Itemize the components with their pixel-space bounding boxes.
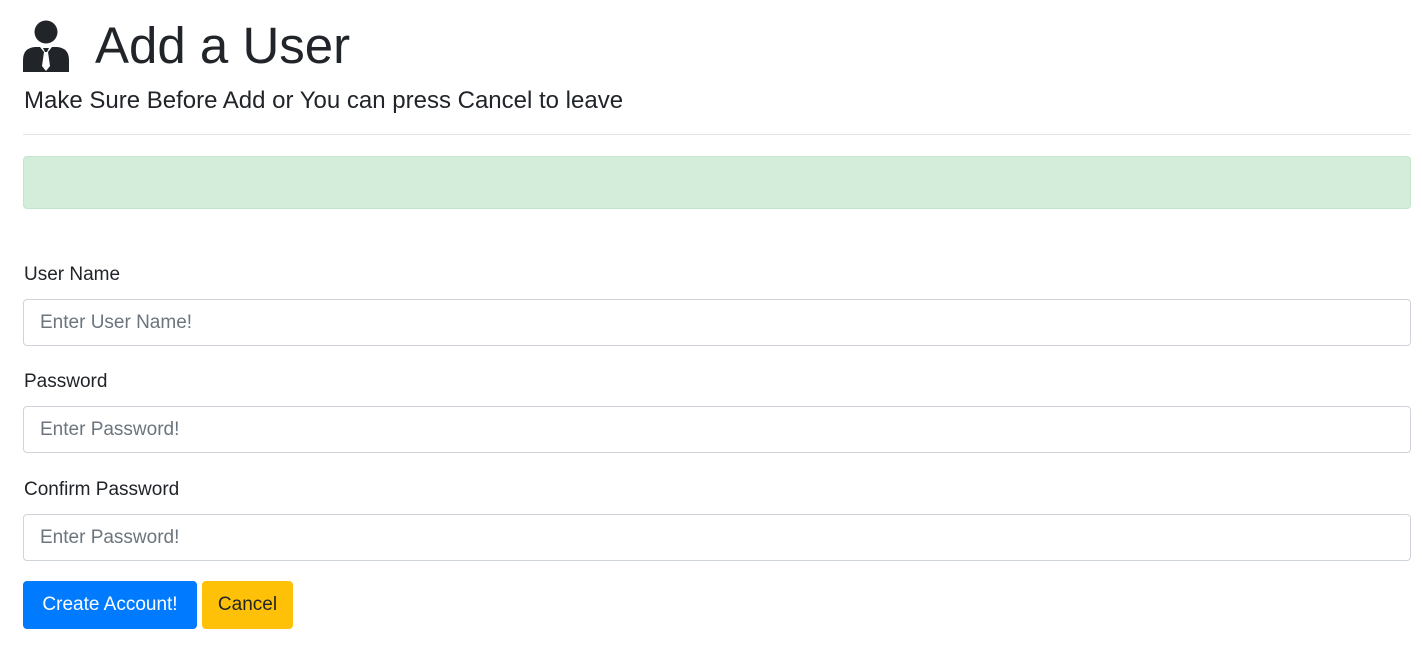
- username-label: User Name: [24, 264, 121, 285]
- username-input[interactable]: [23, 299, 1411, 346]
- password-label: Password: [24, 371, 108, 392]
- page-title: Add a User: [95, 17, 351, 74]
- page-subtitle: Make Sure Before Add or You can press Ca…: [24, 87, 624, 114]
- header-divider: [23, 134, 1411, 135]
- confirm-password-input[interactable]: [23, 514, 1411, 561]
- add-user-page: Add a User Make Sure Before Add or You c…: [0, 0, 1422, 663]
- user-tie-icon: [23, 20, 69, 72]
- cancel-button[interactable]: Cancel: [202, 581, 293, 629]
- create-account-button[interactable]: Create Account!: [23, 581, 197, 629]
- confirm-password-label: Confirm Password: [24, 479, 180, 500]
- success-alert: [23, 156, 1411, 209]
- page-header: Add a User: [23, 14, 350, 78]
- password-input[interactable]: [23, 406, 1411, 453]
